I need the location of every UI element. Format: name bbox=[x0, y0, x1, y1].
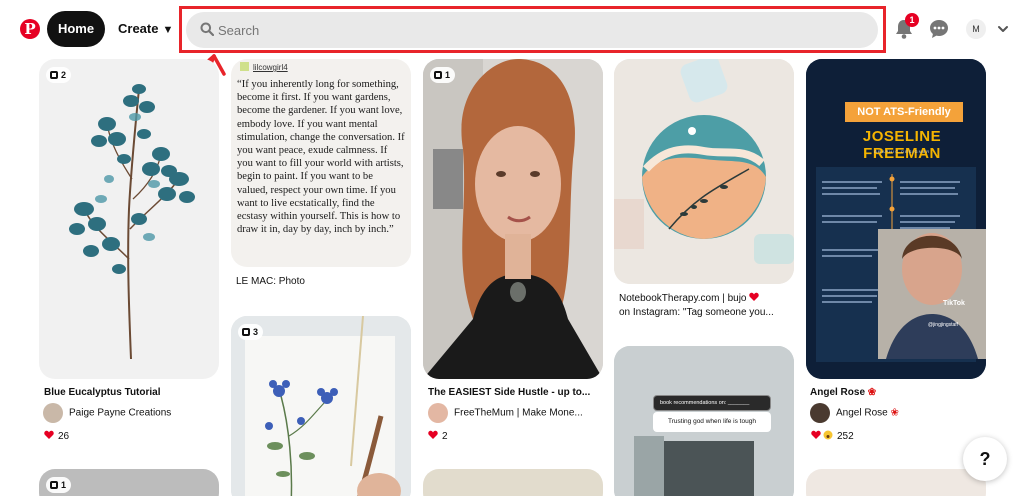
tiktok-watermark: TikTok bbox=[943, 300, 965, 307]
search-highlight-box bbox=[179, 6, 886, 53]
wow-icon bbox=[823, 430, 833, 440]
video-thumbnail bbox=[423, 59, 603, 379]
pin-user[interactable]: Paige Payne Creations bbox=[43, 403, 219, 423]
pinterest-logo-icon[interactable]: P bbox=[20, 19, 40, 39]
help-button[interactable]: ? bbox=[963, 437, 1007, 481]
title-text: Angel Rose bbox=[810, 387, 866, 398]
reaction-count: 26 bbox=[58, 431, 70, 442]
chevron-down-icon: ▼ bbox=[162, 24, 174, 36]
user-name: Angel Rose bbox=[836, 407, 888, 419]
quote-text: “If you inherently long for something, b… bbox=[237, 79, 405, 236]
pin-title[interactable]: The EASIEST Side Hustle - up to... bbox=[428, 387, 600, 398]
stack-icon bbox=[50, 481, 58, 489]
avatar bbox=[428, 403, 448, 423]
count: 1 bbox=[61, 480, 67, 490]
count: 3 bbox=[253, 327, 259, 337]
notebook-illustration bbox=[614, 59, 794, 284]
heart-icon bbox=[749, 292, 759, 301]
book-rec-card: book recommendations on: _______ bbox=[653, 395, 771, 411]
pin-flowers-image[interactable] bbox=[231, 316, 411, 496]
book-rec-reply: Trusting god when life is tough bbox=[653, 412, 771, 432]
pin-title-line1[interactable]: NotebookTherapy.com | bujo bbox=[619, 292, 791, 304]
pin-count-badge: 1 bbox=[430, 67, 456, 83]
create-menu-button[interactable]: Create ▼ bbox=[118, 11, 173, 47]
pin-title-line2[interactable]: on Instagram: "Tag someone you... bbox=[619, 307, 791, 318]
avatar bbox=[43, 403, 63, 423]
tiktok-user: @jingjingstaff bbox=[928, 322, 958, 328]
reaction-count: 2 bbox=[442, 431, 448, 442]
count: 2 bbox=[61, 70, 67, 80]
author-avatar bbox=[240, 62, 249, 71]
pin-reactions: 252 bbox=[811, 430, 854, 442]
author-name: lilcowgirl4 bbox=[253, 63, 288, 72]
resume-role: GRAPHIC DESIGNER bbox=[873, 149, 931, 154]
chevron-down-icon[interactable] bbox=[996, 22, 1010, 36]
pin-count-badge: 3 bbox=[238, 324, 264, 340]
heart-icon bbox=[811, 430, 821, 439]
home-button[interactable]: Home bbox=[47, 11, 105, 47]
pin-user[interactable]: FreeTheMum | Make Mone... bbox=[428, 403, 600, 423]
pin-bottom-right-image[interactable] bbox=[806, 469, 986, 496]
title-text: NotebookTherapy.com | bujo bbox=[619, 293, 747, 304]
heart-icon bbox=[44, 430, 54, 439]
messages-icon[interactable] bbox=[929, 19, 949, 39]
pin-title[interactable]: LE MAC: Photo bbox=[236, 276, 411, 287]
pin-count-badge: 2 bbox=[46, 67, 72, 83]
stack-icon bbox=[50, 71, 58, 79]
pin-notebook-image[interactable] bbox=[614, 59, 794, 284]
pin-user[interactable]: Angel Rose ❀ bbox=[810, 403, 985, 423]
count: 1 bbox=[445, 70, 451, 80]
heart-icon bbox=[428, 430, 438, 439]
avatar bbox=[810, 403, 830, 423]
rose-icon: ❀ bbox=[890, 407, 899, 419]
pin-title[interactable]: Blue Eucalyptus Tutorial bbox=[44, 387, 219, 398]
rose-icon: ❀ bbox=[867, 387, 877, 398]
quote-author: lilcowgirl4 bbox=[240, 62, 288, 72]
stack-icon bbox=[242, 328, 250, 336]
eucalyptus-illustration bbox=[69, 84, 195, 360]
account-avatar[interactable]: M bbox=[966, 19, 986, 39]
pin-count-badge: 1 bbox=[46, 477, 72, 493]
pin-eucalyptus-image[interactable] bbox=[39, 59, 219, 379]
stack-icon bbox=[434, 71, 442, 79]
resume-name: JOSELINE FREEMAN bbox=[862, 128, 942, 162]
logo-letter: P bbox=[24, 20, 36, 38]
user-name: Paige Payne Creations bbox=[69, 407, 172, 419]
top-nav: P Home Create▼ 1 M bbox=[0, 0, 1024, 58]
pin-reactions: 2 bbox=[428, 430, 448, 442]
pin-video-image[interactable] bbox=[423, 59, 603, 379]
reaction-count: 252 bbox=[837, 431, 854, 442]
watercolor-flowers-illustration bbox=[231, 316, 411, 496]
user-name: FreeTheMum | Make Mone... bbox=[454, 407, 583, 419]
pin-reactions: 26 bbox=[44, 430, 69, 442]
resume-warning-tag: NOT ATS-Friendly bbox=[845, 102, 963, 122]
pin-title[interactable]: Angel Rose ❀ bbox=[810, 387, 985, 398]
create-label: Create bbox=[118, 21, 159, 36]
notification-badge: 1 bbox=[905, 13, 919, 27]
pin-bottom-video-image[interactable] bbox=[423, 469, 603, 496]
